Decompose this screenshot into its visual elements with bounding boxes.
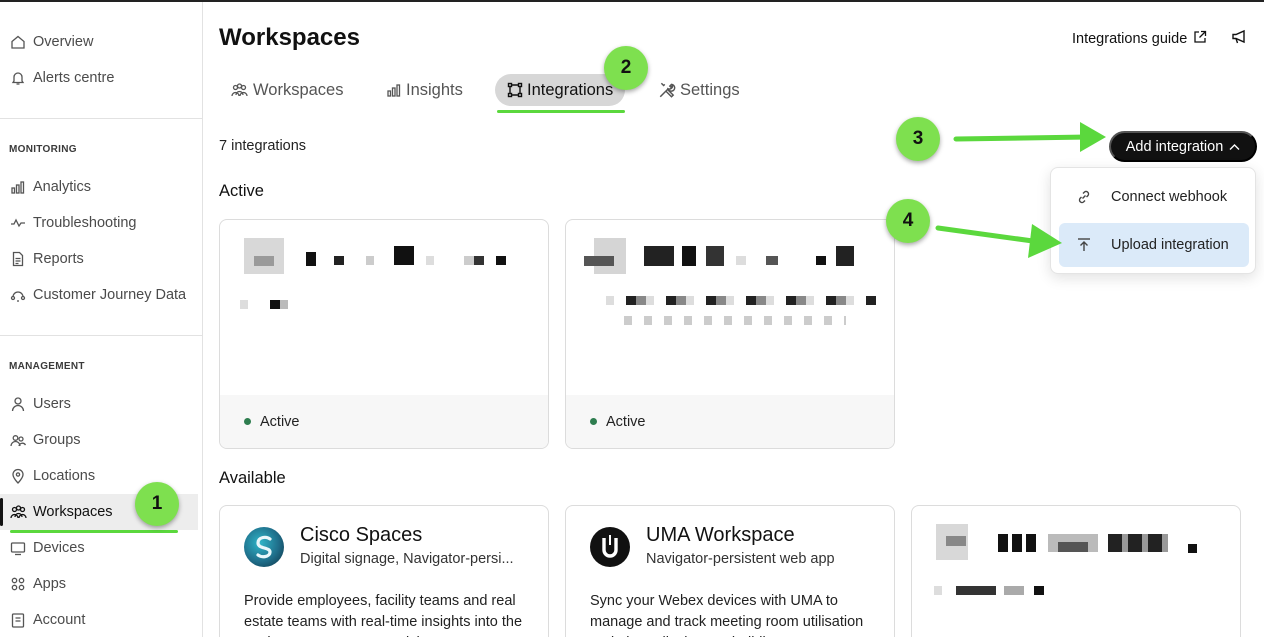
workspaces-icon [230,82,249,98]
tab-label: Insights [406,80,463,99]
tab-integrations[interactable]: Integrations [495,74,626,106]
tab-label: Workspaces [253,80,344,99]
integrations-icon [507,82,523,98]
tab-workspaces[interactable]: Workspaces [230,74,343,106]
sidebar-item-alerts-centre[interactable]: Alerts centre [0,60,198,96]
location-pin-icon [9,467,27,485]
sidebar-item-reports[interactable]: Reports [0,241,198,277]
pulse-icon [9,214,27,232]
available-section-heading: Available [219,469,286,487]
card-status: Active [220,395,548,448]
available-integration-card[interactable]: Cisco Spaces Digital signage, Navigator-… [219,505,549,637]
menu-item-connect-webhook[interactable]: Connect webhook [1059,175,1249,219]
annotation-badge: 2 [604,46,648,90]
sidebar-item-overview[interactable]: Overview [0,24,198,60]
annotation-arrow-icon [953,122,1106,152]
chevron-up-icon [1229,139,1240,155]
workspaces-icon [9,503,27,521]
card-status: Active [566,395,894,448]
sidebar-item-customer-journey-data[interactable]: Customer Journey Data [0,277,198,313]
sidebar-item-label: Devices [33,540,85,556]
card-description: Provide employees, facility teams and re… [244,593,523,637]
annotation-badge: 3 [896,117,940,161]
add-integration-menu: Connect webhook Upload integration [1050,167,1256,274]
active-integration-card[interactable]: Active [565,219,895,449]
sidebar-item-label: Overview [33,34,94,50]
tab-insights[interactable]: Insights [386,74,463,106]
status-label: Active [606,413,646,430]
journey-icon [9,286,27,304]
sidebar-item-label: Reports [33,251,84,267]
available-integration-card[interactable]: UMA Workspace Navigator-persistent web a… [565,505,895,637]
bell-icon [9,69,27,87]
integrations-guide-label: Integrations guide [1072,31,1188,47]
sidebar-item-apps[interactable]: Apps [0,566,198,602]
sidebar-item-users[interactable]: Users [0,386,198,422]
annotation-badge: 4 [886,199,930,243]
card-subtitle: Navigator-persistent web app [646,551,835,567]
annotation-badge: 1 [135,482,179,526]
external-link-icon [1193,30,1207,48]
integration-count: 7 integrations [219,138,307,154]
user-icon [9,395,27,413]
annotation-underline [497,110,625,113]
sidebar-item-label: Troubleshooting [33,215,137,231]
sidebar-item-label: Workspaces [33,504,113,520]
sidebar-item-label: Alerts centre [33,70,115,86]
sidebar-item-devices[interactable]: Devices [0,530,198,566]
status-label: Active [260,413,300,430]
megaphone-icon[interactable] [1231,29,1249,50]
integrations-guide-link[interactable]: Integrations guide [1072,30,1207,48]
apps-grid-icon [9,575,27,593]
annotation-arrow-icon [935,224,1062,258]
active-section-heading: Active [219,182,264,200]
sidebar-divider [0,118,202,119]
sidebar-item-label: Analytics [33,179,92,195]
home-icon [9,33,27,51]
groups-icon [9,431,27,449]
menu-item-upload-integration[interactable]: Upload integration [1059,223,1249,267]
sidebar-divider [0,335,202,336]
cisco-spaces-logo [244,527,284,567]
card-description: Sync your Webex devices with UMA to mana… [590,593,864,637]
tools-icon [658,81,676,99]
uma-logo [590,527,630,567]
bar-chart-icon [9,178,27,196]
sidebar-item-analytics[interactable]: Analytics [0,169,198,205]
link-icon [1075,189,1093,205]
status-dot [244,418,251,425]
menu-item-label: Connect webhook [1111,189,1228,205]
sidebar-item-label: Customer Journey Data [33,287,187,303]
tab-label: Settings [680,80,740,99]
sidebar-item-label: Locations [33,468,96,484]
sidebar-item-label: Account [33,612,86,628]
card-title: Cisco Spaces [300,524,423,546]
device-icon [9,539,27,557]
sidebar-item-label: Groups [33,432,81,448]
account-icon [9,611,27,629]
tab-settings[interactable]: Settings [658,74,740,106]
card-subtitle: Digital signage, Navigator-persi... [300,551,514,567]
add-integration-label: Add integration [1125,138,1224,155]
upload-icon [1075,237,1093,253]
sidebar-section-monitoring: MONITORING [9,144,77,155]
tab-label: Integrations [527,80,614,99]
sidebar-item-label: Users [33,396,71,412]
sidebar-item-groups[interactable]: Groups [0,422,198,458]
available-integration-card[interactable] [911,505,1241,637]
sidebar-item-label: Apps [33,576,67,592]
menu-item-label: Upload integration [1111,237,1229,253]
status-dot [590,418,597,425]
sidebar-item-troubleshooting[interactable]: Troubleshooting [0,205,198,241]
sidebar-section-management: MANAGEMENT [9,361,85,372]
annotation-underline [10,530,178,533]
card-title: UMA Workspace [646,524,795,546]
active-integration-card[interactable]: Active [219,219,549,449]
document-icon [9,250,27,268]
bar-chart-icon [386,82,402,98]
add-integration-button[interactable]: Add integration [1109,131,1257,162]
sidebar-item-account[interactable]: Account [0,602,198,637]
sidebar: Overview Alerts centre MONITORING Analyt… [0,2,203,637]
page-title: Workspaces [219,24,360,51]
